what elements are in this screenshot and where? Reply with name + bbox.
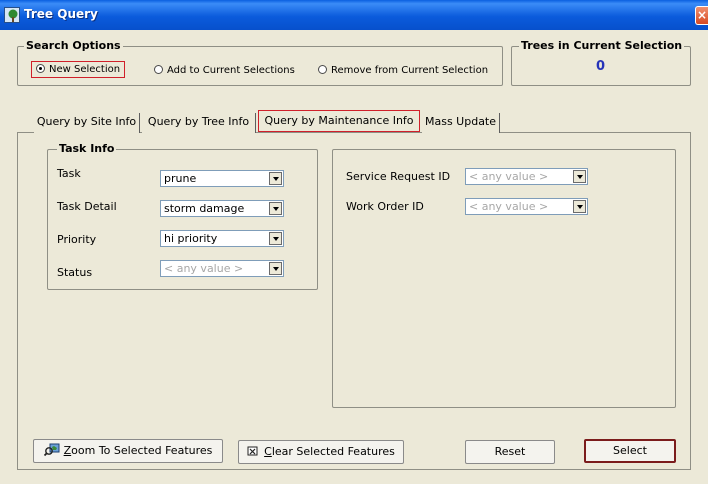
- priority-combo[interactable]: hi priority: [160, 230, 284, 247]
- radio-indicator: [318, 65, 327, 74]
- radio-indicator: [154, 65, 163, 74]
- radio-label: Add to Current Selections: [167, 65, 295, 76]
- service-request-id-combo[interactable]: < any value >: [465, 168, 588, 185]
- tab-maintenance-info[interactable]: Query by Maintenance Info: [258, 110, 420, 132]
- tab-tree-info[interactable]: Query by Tree Info: [142, 113, 256, 133]
- task-detail-combo[interactable]: storm damage: [160, 200, 284, 217]
- clear-selected-button[interactable]: Clear Selected Features: [238, 440, 404, 464]
- close-button[interactable]: ×: [695, 6, 708, 25]
- dropdown-arrow-icon[interactable]: [573, 200, 586, 213]
- ids-group: [332, 149, 676, 408]
- zoom-button-label: oom To Selected Features: [71, 444, 213, 457]
- selection-count: 0: [596, 59, 606, 74]
- search-options-title: Search Options: [24, 39, 123, 52]
- window-title: Tree Query: [24, 7, 98, 21]
- zoom-to-selected-button[interactable]: Zoom To Selected Features: [33, 439, 223, 463]
- priority-value: hi priority: [164, 232, 218, 245]
- tab-site-info[interactable]: Query by Site Info: [34, 113, 140, 133]
- task-value: prune: [164, 172, 197, 185]
- dropdown-arrow-icon[interactable]: [269, 262, 282, 275]
- status-value: < any value >: [164, 262, 244, 275]
- dropdown-arrow-icon[interactable]: [573, 170, 586, 183]
- work-order-id-label: Work Order ID: [346, 200, 424, 213]
- clear-mnemonic: C: [264, 445, 272, 458]
- work-order-id-value: < any value >: [469, 200, 549, 213]
- dropdown-arrow-icon[interactable]: [269, 232, 282, 245]
- task-detail-label: Task Detail: [57, 200, 117, 213]
- work-order-id-combo[interactable]: < any value >: [465, 198, 588, 215]
- reset-button[interactable]: Reset: [465, 440, 555, 464]
- task-detail-value: storm damage: [164, 202, 245, 215]
- status-combo[interactable]: < any value >: [160, 260, 284, 277]
- task-combo[interactable]: prune: [160, 170, 284, 187]
- zoom-map-icon: [43, 443, 60, 457]
- task-info-title: Task Info: [57, 142, 117, 155]
- radio-label: New Selection: [49, 64, 121, 75]
- tree-icon: [4, 7, 20, 23]
- status-label: Status: [57, 266, 93, 279]
- remove-from-selection-radio[interactable]: Remove from Current Selection: [318, 64, 488, 77]
- priority-label: Priority: [57, 233, 97, 246]
- radio-label: Remove from Current Selection: [331, 65, 489, 76]
- trees-in-selection-title: Trees in Current Selection: [519, 39, 685, 52]
- radio-indicator: [36, 64, 45, 73]
- select-button[interactable]: Select: [584, 439, 676, 463]
- title-bar: Tree Query ×: [0, 0, 708, 30]
- task-label: Task: [57, 167, 81, 180]
- service-request-id-value: < any value >: [469, 170, 549, 183]
- clear-selection-icon: [247, 446, 258, 456]
- service-request-id-label: Service Request ID: [346, 170, 451, 183]
- add-to-selection-radio[interactable]: Add to Current Selections: [154, 64, 295, 77]
- tab-mass-update[interactable]: Mass Update: [422, 113, 500, 133]
- new-selection-radio[interactable]: New Selection: [31, 61, 126, 78]
- dropdown-arrow-icon[interactable]: [269, 172, 282, 185]
- clear-button-label: lear Selected Features: [271, 445, 395, 458]
- dropdown-arrow-icon[interactable]: [269, 202, 282, 215]
